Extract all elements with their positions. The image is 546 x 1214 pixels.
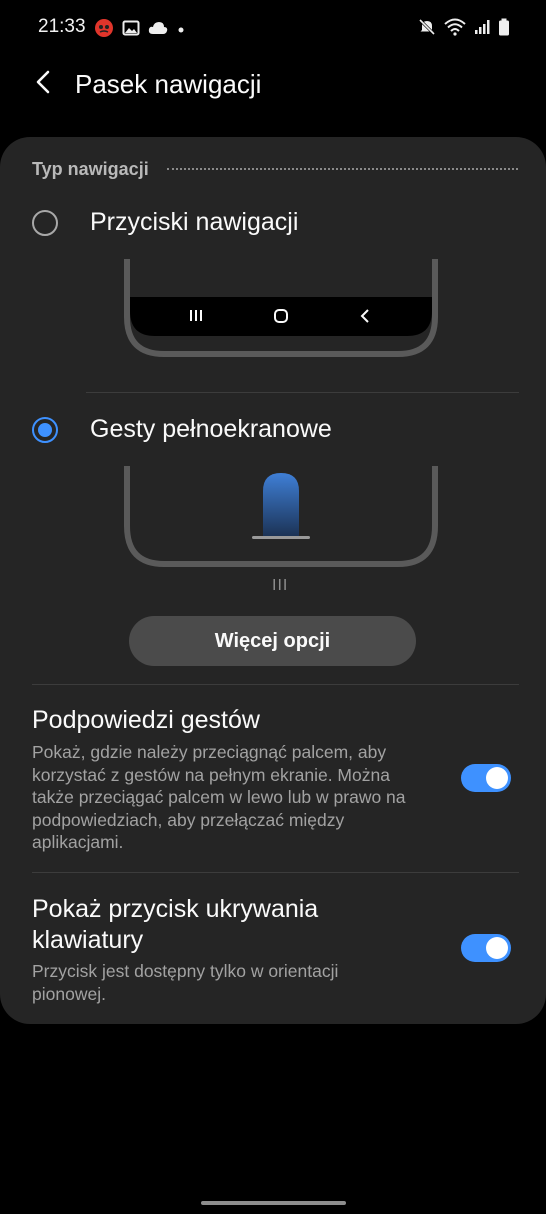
navigation-buttons-illustration[interactable] <box>124 259 438 357</box>
option-label-navigation-buttons: Przyciski nawigacji <box>90 208 299 236</box>
toggle-keyboard-hide-button[interactable] <box>461 934 511 962</box>
toggle-knob <box>486 937 508 959</box>
radio-navigation-buttons[interactable] <box>32 210 58 236</box>
status-bar: 21:33 <box>0 0 546 56</box>
home-indicator[interactable] <box>201 1201 346 1205</box>
status-left-icons <box>94 18 186 43</box>
option-label-fullscreen-gestures: Gesty pełnoekranowe <box>90 415 332 443</box>
gesture-hint-glyph: III <box>272 577 289 594</box>
page-title: Pasek nawigacji <box>75 69 262 99</box>
more-options-button[interactable]: Więcej opcji <box>129 616 416 666</box>
app-bar: Pasek nawigacji <box>0 56 546 116</box>
signal-icon <box>474 19 490 40</box>
setting-title-keyboard-hide-button: Pokaż przycisk ukrywania klawiatury <box>32 895 319 954</box>
battery-icon <box>498 18 510 41</box>
settings-card: Typ nawigacji Przyciski nawigacji Gesty … <box>0 137 546 1024</box>
section-header-label: Typ nawigacji <box>32 158 149 179</box>
divider <box>32 872 519 873</box>
gesture-handle-icon <box>252 536 310 539</box>
toggle-knob <box>486 767 508 789</box>
cloud-icon <box>148 21 168 40</box>
recents-icon <box>190 310 202 321</box>
dot-icon <box>176 22 186 40</box>
status-time: 21:33 <box>38 16 86 37</box>
section-header-navigation-type: Typ nawigacji <box>32 157 518 181</box>
setting-desc-keyboard-hide-button: Przycisk jest dostępny tylko w orientacj… <box>32 961 339 1004</box>
image-icon <box>122 19 140 42</box>
notification-badge-icon <box>94 18 114 43</box>
fullscreen-gestures-illustration[interactable] <box>124 466 438 567</box>
divider <box>86 392 519 393</box>
wifi-icon <box>444 18 466 41</box>
setting-desc-gesture-hints: Pokaż, gdzie należy przeciągnąć palcem, … <box>32 742 406 852</box>
toggle-gesture-hints[interactable] <box>461 764 511 792</box>
back-button[interactable] <box>26 66 60 102</box>
status-right-icons <box>418 18 510 41</box>
section-divider <box>166 168 518 170</box>
radio-fullscreen-gestures[interactable] <box>32 417 58 443</box>
back-arrow-icon <box>34 69 52 100</box>
setting-title-gesture-hints: Podpowiedzi gestów <box>32 706 260 734</box>
divider <box>32 684 519 685</box>
mute-icon <box>418 18 436 41</box>
